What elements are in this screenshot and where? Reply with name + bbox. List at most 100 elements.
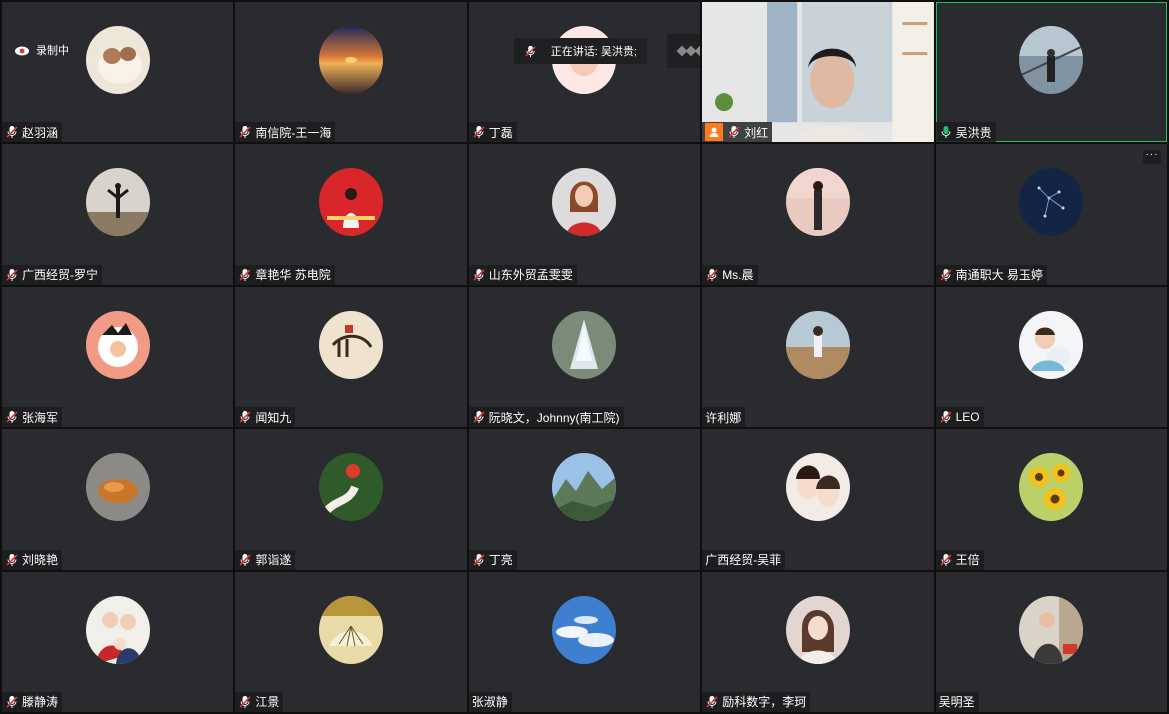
participant-name: 赵羽涵 <box>22 125 59 140</box>
mic-muted-icon <box>239 553 251 566</box>
participant-grid: 录制中 赵羽涵 南信院-王一海 正在讲话: 吴洪贵; 丁磊 刘红 吴洪贵 广西经… <box>2 2 1167 712</box>
participant-tile[interactable]: 章艳华 苏电院 <box>235 144 467 285</box>
participant-name: 王倍 <box>955 553 980 568</box>
avatar <box>319 26 384 94</box>
participant-tile[interactable]: 广西经贸-罗宁 <box>2 144 234 285</box>
mic-muted-icon <box>6 268 18 281</box>
name-plate: 刘红 <box>702 122 773 143</box>
cloud-record-icon <box>15 46 29 56</box>
avatar <box>1019 168 1084 237</box>
avatar <box>785 453 850 522</box>
mic-speaking-icon <box>941 126 951 139</box>
participant-tile[interactable]: 闻知九 <box>235 286 467 428</box>
avatar <box>319 453 384 522</box>
participant-tile-active-speaker[interactable]: 吴洪贵 <box>935 2 1167 143</box>
participant-tile[interactable]: 江景 <box>235 571 467 712</box>
participant-name: 励科数字，李珂 <box>722 695 807 710</box>
participant-name: 丁亮 <box>488 553 513 568</box>
participant-tile[interactable]: 丁亮 <box>468 429 701 570</box>
participant-tile[interactable]: LEO <box>935 286 1167 428</box>
name-plate: 赵羽涵 <box>2 122 63 143</box>
name-plate: 闻知九 <box>235 407 296 428</box>
participant-tile[interactable]: 滕静涛 <box>2 571 234 712</box>
avatar <box>552 595 617 664</box>
host-person-icon <box>705 123 724 142</box>
participant-tile[interactable]: 录制中 赵羽涵 <box>2 2 234 143</box>
participant-name: 张淑静 <box>471 695 508 710</box>
participant-name: 张海军 <box>22 410 59 425</box>
participant-tile[interactable]: 王倍 <box>935 429 1167 570</box>
recording-label: 录制中 <box>36 45 69 57</box>
mic-muted-icon <box>473 126 485 139</box>
participant-tile[interactable]: 励科数字，李珂 <box>702 571 934 712</box>
avatar <box>552 310 617 379</box>
mic-muted-icon <box>706 695 718 708</box>
name-plate: 吴明圣 <box>935 691 979 712</box>
participant-tile[interactable]: 张淑静 <box>468 571 701 712</box>
participant-tile[interactable]: Ms.晨 <box>702 144 934 285</box>
avatar <box>1019 595 1084 664</box>
mic-muted-icon <box>728 126 740 139</box>
name-plate: 南信院-王一海 <box>235 122 336 143</box>
name-plate: 丁亮 <box>468 549 517 570</box>
participant-tile[interactable]: 山东外贸孟雯雯 <box>468 144 701 285</box>
participant-name: 章艳华 苏电院 <box>255 268 331 283</box>
participant-tile[interactable]: 南信院-王一海 <box>235 2 467 143</box>
mic-muted-icon <box>239 695 251 708</box>
participant-tile[interactable]: 吴明圣 <box>935 571 1167 712</box>
avatar <box>1019 26 1084 94</box>
participant-name: 南信院-王一海 <box>255 125 332 140</box>
participant-name: 许利娜 <box>705 410 742 425</box>
participant-name: 吴洪贵 <box>955 125 992 140</box>
participant-tile[interactable]: 广西经贸-吴菲 <box>702 429 934 570</box>
name-plate: 滕静涛 <box>2 691 63 712</box>
video-feed <box>702 2 934 143</box>
avatar <box>552 168 617 237</box>
mic-muted-icon <box>6 695 18 708</box>
mic-muted-icon <box>473 411 485 424</box>
participant-name: 滕静涛 <box>22 695 59 710</box>
name-plate: 张海军 <box>2 407 63 428</box>
name-plate: 章艳华 苏电院 <box>235 264 335 285</box>
avatar <box>1019 310 1084 379</box>
name-plate: 广西经贸-吴菲 <box>702 549 786 570</box>
name-plate: 许利娜 <box>702 407 746 428</box>
participant-tile[interactable]: 郭诣遂 <box>235 429 467 570</box>
active-speaker-banner: 正在讲话: 吴洪贵; <box>513 38 647 64</box>
mic-muted-icon <box>473 268 485 281</box>
speaking-label: 正在讲话: 吴洪贵; <box>550 46 637 58</box>
avatar <box>319 595 384 664</box>
participant-name: 刘红 <box>744 125 769 140</box>
more-options-button[interactable]: ··· <box>1142 150 1161 165</box>
mic-muted-icon <box>940 411 952 424</box>
avatar <box>785 168 850 237</box>
avatar <box>85 453 150 522</box>
mic-muted-icon <box>525 45 536 57</box>
participant-name: 山东外贸孟雯雯 <box>488 268 573 283</box>
avatar <box>319 168 384 237</box>
mic-muted-icon <box>473 553 485 566</box>
gallery-layout-button[interactable] <box>666 34 701 68</box>
participant-name: 广西经贸-罗宁 <box>22 268 98 283</box>
avatar <box>1019 453 1084 522</box>
participant-name: LEO <box>955 410 980 425</box>
diamond-grid-icon <box>676 45 701 57</box>
participant-tile[interactable]: 张海军 <box>2 286 234 428</box>
name-plate: 励科数字，李珂 <box>702 691 811 712</box>
mic-muted-icon <box>6 411 18 424</box>
participant-name: 闻知九 <box>255 410 292 425</box>
name-plate: 江景 <box>235 691 284 712</box>
recording-indicator: 录制中 <box>14 42 69 58</box>
participant-tile[interactable]: 阮晓文，Johnny(南工院) <box>468 286 701 428</box>
name-plate: Ms.晨 <box>702 264 758 285</box>
participant-tile[interactable]: 刘晓艳 <box>2 429 234 570</box>
avatar <box>85 26 150 94</box>
name-plate: 阮晓文，Johnny(南工院) <box>468 407 624 428</box>
name-plate: 吴洪贵 <box>935 122 996 143</box>
participant-video-tile[interactable]: 刘红 <box>702 2 934 143</box>
participant-name: 广西经贸-吴菲 <box>705 553 782 568</box>
mic-muted-icon <box>239 411 251 424</box>
participant-tile[interactable]: ··· 南通职大 易玉婷 <box>935 144 1167 285</box>
participant-tile[interactable]: 正在讲话: 吴洪贵; 丁磊 <box>468 2 701 143</box>
participant-tile[interactable]: 许利娜 <box>702 286 934 428</box>
